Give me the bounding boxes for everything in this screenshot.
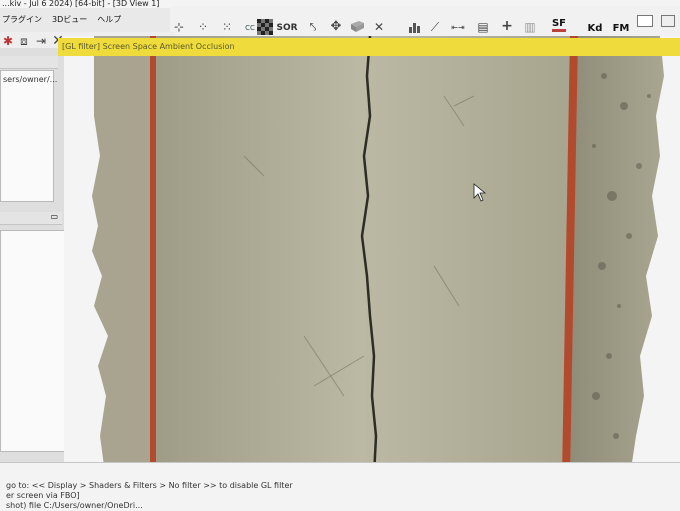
console-line: er screen via FBO]	[6, 491, 80, 500]
point-cloud-render	[92, 36, 664, 476]
menu-item-3d-view[interactable]: 3Dビュー	[52, 14, 87, 25]
histogram-graphic	[409, 23, 420, 33]
sf-plugin-button[interactable]: SF	[548, 14, 570, 36]
panel-icon[interactable]	[636, 14, 654, 28]
gl-filter-message-bar: [GL filter] Screen Space Ambient Occlusi…	[58, 38, 680, 56]
histogram-icon[interactable]	[408, 20, 422, 34]
cc-label: CC	[245, 24, 255, 32]
checkerboard-graphic	[257, 19, 273, 35]
fm-label: FM	[612, 22, 630, 34]
concrete-wall	[152, 36, 572, 466]
delete-icon[interactable]: ▥	[524, 20, 536, 34]
window-icon[interactable]	[660, 14, 676, 28]
new-entity-icon[interactable]: ✱	[2, 34, 14, 48]
distance-icon[interactable]: ⇤⇥	[450, 19, 466, 35]
rasterize-icon[interactable]: ▤	[476, 20, 490, 34]
sor-filter-button[interactable]: SOR	[276, 20, 297, 36]
main-toolbar: ⊹ ⁘ ⁙ CC SOR ⤣ ✥ ✕ ⟋ ⇤⇥ ▤ + ▥ SF Kd FM	[170, 6, 680, 36]
scatter-plus-icon[interactable]: ⁙	[220, 20, 234, 34]
properties-panel[interactable]	[0, 230, 66, 452]
rebar-left	[150, 36, 156, 466]
db-tree-panel[interactable]: sers/owner/...	[0, 70, 57, 202]
checkerboard-icon[interactable]	[256, 18, 274, 36]
panel-graphic	[637, 15, 653, 27]
box-icon[interactable]	[348, 18, 366, 34]
db-tree-header	[0, 56, 58, 69]
picking-icon[interactable]: ⤣	[306, 20, 320, 34]
db-tree-path[interactable]: sers/owner/...	[3, 75, 57, 84]
merge-icon[interactable]: ⧈	[18, 34, 30, 48]
export-icon[interactable]: ⇥	[34, 34, 48, 48]
kd-tree-button[interactable]: Kd	[584, 10, 606, 36]
menu-item-plugins[interactable]: プラグイン	[2, 14, 42, 25]
undock-icon[interactable]: ▭	[50, 212, 58, 221]
properties-header: ▭	[0, 212, 62, 225]
3d-view-viewport[interactable]	[64, 36, 680, 476]
plot-icon[interactable]: ⟋	[428, 20, 442, 34]
menu-item-help[interactable]: ヘルプ	[97, 14, 121, 25]
sf-label: SF	[551, 18, 567, 32]
window-graphic	[661, 15, 675, 27]
console-line: go to: << Display > Shaders & Filters > …	[6, 481, 293, 490]
kd-label: Kd	[587, 22, 603, 34]
box-graphic	[351, 21, 364, 32]
add-button[interactable]: +	[500, 18, 514, 34]
right-edge-strip	[570, 36, 664, 476]
translate-icon[interactable]: ✥	[328, 18, 344, 34]
left-edge-strip	[92, 36, 156, 466]
segment-icon[interactable]: ✕	[372, 20, 386, 34]
scatter-icon[interactable]: ⁘	[196, 20, 210, 34]
menu-bar: プラグイン 3Dビュー ヘルプ	[0, 12, 121, 26]
fm-button[interactable]: FM	[610, 10, 632, 36]
console-line: shot) file C:/Users/owner/OneDri...	[6, 501, 143, 510]
db-tree-sidebar: sers/owner/... ▭	[0, 48, 66, 510]
console-panel[interactable]: go to: << Display > Shaders & Filters > …	[0, 462, 680, 511]
